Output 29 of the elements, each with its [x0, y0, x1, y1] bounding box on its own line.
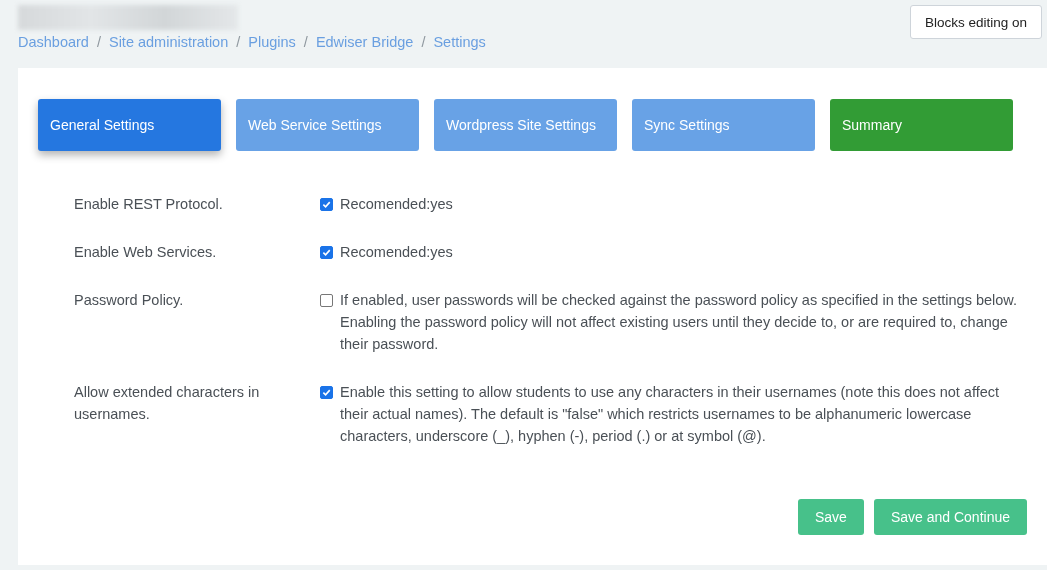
breadcrumb-separator: /: [236, 34, 241, 50]
setting-label: Password Policy.: [74, 291, 185, 310]
breadcrumb-link[interactable]: Plugins: [248, 34, 296, 50]
settings-tab[interactable]: Sync Settings: [632, 99, 815, 151]
setting-label: Enable REST Protocol.: [74, 195, 224, 214]
setting-description: Enable this setting to allow students to use any characters in their usernames (note this does not affect their actual names). The default is "false" which restricts usernames to be alphanumeric lowercase characters, underscore (_), hyphen (-), period (.) or at symbol (@).: [340, 383, 1001, 446]
breadcrumb-link[interactable]: Dashboard: [18, 34, 89, 50]
blocks-editing-button[interactable]: Blocks editing on: [909, 5, 1042, 39]
setting-checkbox[interactable]: [320, 386, 333, 399]
settings-tab[interactable]: Web Service Settings: [236, 99, 419, 151]
settings-tab[interactable]: Summary: [830, 99, 1013, 151]
action-button[interactable]: Save: [798, 499, 864, 535]
setting-checkbox[interactable]: [320, 246, 333, 259]
setting-checkbox[interactable]: [320, 294, 333, 307]
setting-description: If enabled, user passwords will be checked against the password policy as specified in the settings below. Enabling the password policy will not affect existing users until they decide to, or are required to, change their password.: [340, 291, 1019, 354]
setting-label: Allow extended characters in usernames.: [74, 383, 261, 424]
breadcrumb-link[interactable]: Site administration: [108, 34, 229, 50]
breadcrumb-separator: /: [303, 34, 308, 50]
settings-tab[interactable]: Wordpress Site Settings: [434, 99, 617, 151]
breadcrumb-link[interactable]: Edwiser Bridge: [315, 34, 414, 50]
breadcrumb-separator: /: [421, 34, 426, 50]
setting-label: Enable Web Services.: [74, 243, 218, 262]
setting-description: Recomended:yes: [340, 195, 454, 214]
breadcrumb-separator: /: [96, 34, 101, 50]
breadcrumb-link[interactable]: Settings: [433, 34, 486, 50]
setting-description: Recomended:yes: [340, 243, 454, 262]
settings-tab[interactable]: General Settings: [38, 99, 221, 151]
action-button[interactable]: Save and Continue: [873, 499, 1027, 535]
setting-checkbox[interactable]: [320, 198, 333, 211]
